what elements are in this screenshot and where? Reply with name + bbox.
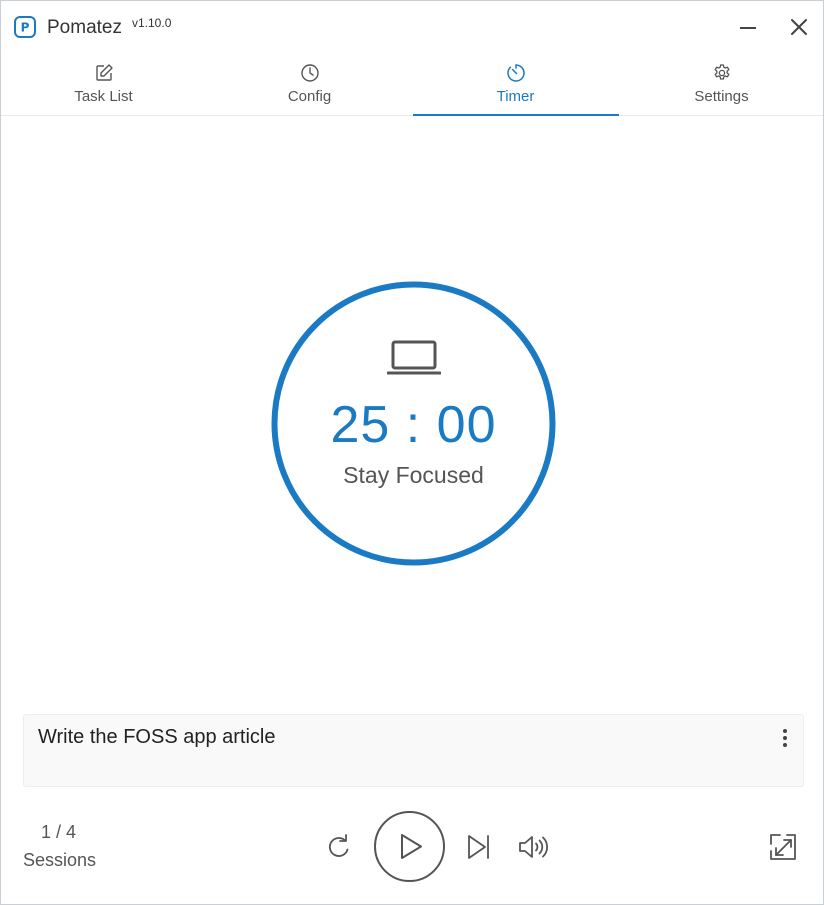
app-version: v1.10.0: [132, 16, 172, 30]
timer-icon: [506, 64, 525, 82]
tab-task-list[interactable]: Task List: [1, 53, 206, 116]
current-task-card[interactable]: Write the FOSS app article: [23, 714, 804, 787]
minimize-button[interactable]: [736, 15, 760, 39]
tab-label: Timer: [496, 88, 535, 105]
close-button[interactable]: [787, 15, 811, 39]
clock-icon: [300, 64, 319, 82]
sessions-label: Sessions: [23, 850, 97, 870]
app-title: Pomatez: [47, 17, 122, 38]
volume-icon: [519, 836, 549, 858]
more-options-icon[interactable]: [776, 727, 794, 749]
compact-mode-button[interactable]: [767, 831, 799, 863]
tab-settings[interactable]: Settings: [619, 53, 824, 116]
title-bar: P Pomatez v1.10.0: [1, 1, 823, 53]
timer-status: Stay Focused: [343, 462, 484, 488]
close-icon: [791, 19, 807, 35]
tab-label: Task List: [74, 88, 133, 105]
app-window: P Pomatez v1.10.0 Task List Config Timer…: [0, 0, 824, 905]
tab-timer[interactable]: Timer: [413, 53, 618, 116]
play-button[interactable]: [373, 810, 446, 883]
active-tab-indicator: [413, 114, 619, 116]
laptop-icon: [387, 340, 441, 375]
current-task-text: Write the FOSS app article: [38, 726, 276, 748]
app-logo-icon: P: [14, 16, 36, 38]
reset-icon: [328, 834, 349, 857]
tab-config[interactable]: Config: [207, 53, 412, 116]
skip-icon: [468, 835, 489, 859]
fullscreen-icon: [770, 834, 796, 860]
skip-button[interactable]: [466, 833, 492, 861]
tab-label: Settings: [694, 88, 749, 105]
play-icon: [401, 834, 422, 859]
app-logo-letter: P: [21, 21, 30, 35]
gear-icon: [714, 64, 729, 80]
sessions-count: 1 / 4: [41, 822, 77, 842]
timer-display: 25 : 00 Stay Focused: [271, 281, 556, 566]
reset-button[interactable]: [325, 832, 353, 862]
nav-tabs: Task List Config Timer Settings: [1, 53, 823, 116]
tab-label: Config: [287, 88, 332, 105]
timer-countdown: 25 : 00: [330, 396, 497, 454]
volume-button[interactable]: [518, 833, 550, 861]
edit-icon: [95, 64, 113, 81]
